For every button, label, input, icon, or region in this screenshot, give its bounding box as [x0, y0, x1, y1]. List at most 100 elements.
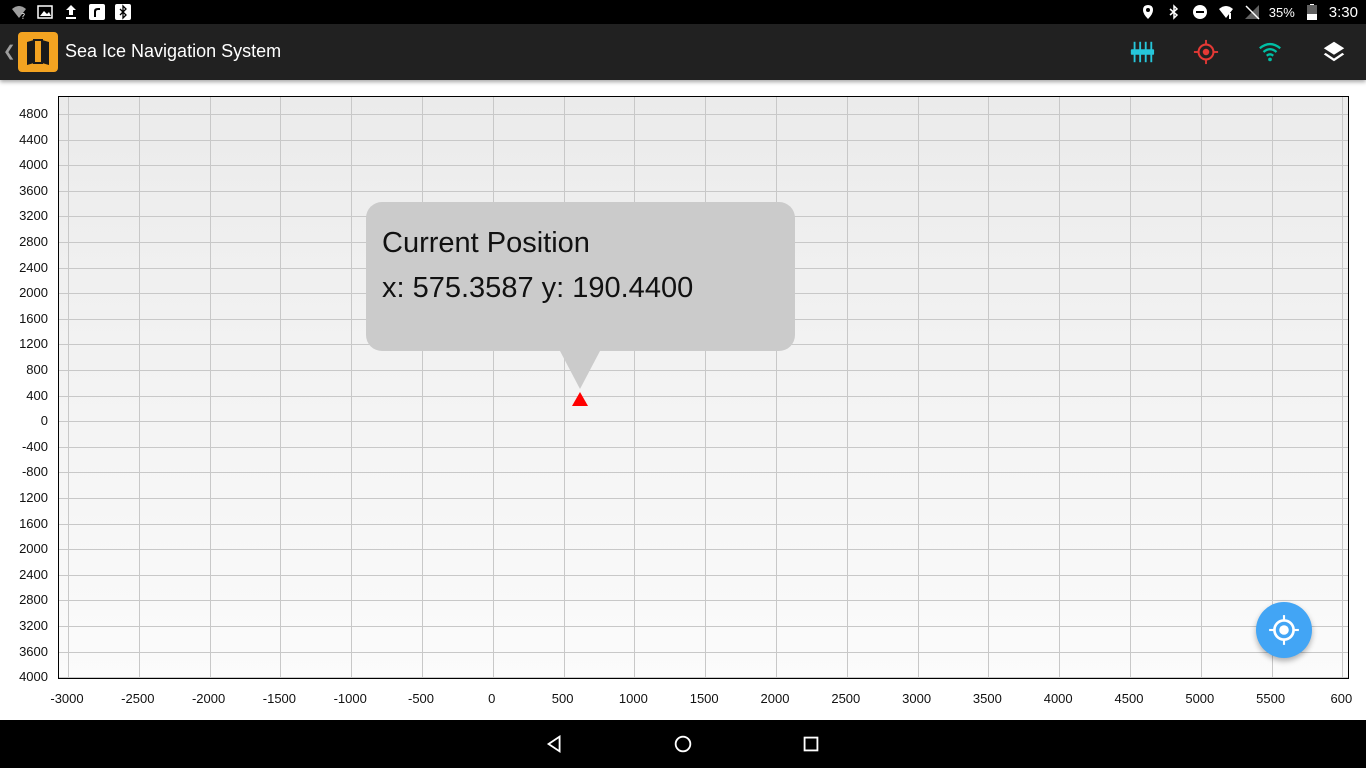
y-tick-label: 400: [26, 387, 48, 403]
home-circle-icon: [674, 735, 692, 753]
y-tick-label: 3200: [19, 618, 48, 633]
wifi-icon: [1259, 42, 1281, 62]
y-tick-label: 3600: [19, 643, 48, 659]
grid-line-vertical: [68, 97, 69, 678]
grid-line-horizontal: [59, 549, 1348, 551]
sliders-icon: [1130, 41, 1155, 63]
x-tick-label: -1000: [333, 691, 367, 706]
sensors-button[interactable]: [1128, 38, 1156, 66]
nav-home-button[interactable]: [671, 732, 695, 756]
y-tick-label: 1600: [19, 515, 48, 531]
y-tick-label: 3600: [19, 182, 48, 198]
back-triangle-icon: [546, 734, 561, 754]
y-tick-label: 1200: [19, 490, 48, 505]
grid-line-horizontal: [59, 190, 1348, 192]
y-tick-label: 0: [40, 413, 48, 429]
x-tick-label: -1500: [262, 691, 297, 706]
grid-line-horizontal: [59, 114, 1348, 115]
nav-back-button[interactable]: [543, 732, 567, 756]
grid-line-vertical: [634, 97, 636, 678]
callout-title: Current Position: [382, 227, 590, 259]
grid-line-horizontal: [59, 626, 1348, 627]
app-logo: [18, 32, 58, 72]
upload-icon: [62, 3, 80, 21]
battery-icon: [1303, 3, 1321, 21]
grid-line-horizontal: [59, 651, 1348, 653]
grid-line-vertical: [422, 97, 423, 678]
do-not-disturb-icon: [1191, 3, 1209, 21]
callout-pointer: [560, 351, 600, 389]
grid-line-horizontal: [59, 165, 1348, 167]
y-tick-label: 2000: [19, 541, 48, 557]
clock: 3:30: [1328, 3, 1358, 21]
x-tick-label: -2000: [191, 691, 226, 706]
grid-line-vertical: [492, 97, 494, 678]
grid-line-vertical: [1200, 97, 1202, 678]
x-tick-label: 2000: [760, 691, 790, 706]
grid-line-horizontal: [59, 677, 1348, 678]
x-tick-label: 3500: [972, 691, 1002, 706]
my-location-icon: [1269, 615, 1299, 645]
my-location-button[interactable]: [1256, 602, 1312, 658]
grid-line-vertical: [988, 97, 990, 678]
y-tick-label: 2800: [19, 234, 48, 249]
y-tick-label: 2800: [19, 592, 48, 608]
grid-line-horizontal: [59, 446, 1348, 448]
chevron-left-icon[interactable]: ❮: [3, 42, 16, 60]
grid-line-vertical: [1130, 97, 1131, 678]
battery-percent: 35%: [1268, 4, 1295, 20]
layers-button[interactable]: [1320, 38, 1348, 66]
x-tick-label: 600: [1330, 691, 1353, 706]
map-book-icon: [27, 39, 49, 65]
recents-square-icon: [803, 736, 819, 752]
y-tick-label: 4000: [19, 669, 48, 685]
sim-off-icon: [1243, 3, 1261, 21]
x-tick-label: 500: [551, 691, 574, 706]
status-bar: ? 35% 3:30: [0, 0, 1366, 24]
x-tick-label: 5500: [1256, 691, 1286, 706]
grid-line-horizontal: [59, 498, 1348, 499]
position-marker-icon[interactable]: [572, 392, 588, 406]
grid-line-vertical: [1342, 97, 1344, 678]
nav-recents-button[interactable]: [799, 732, 823, 756]
grid-line-horizontal: [59, 421, 1348, 423]
x-tick-label: 1500: [689, 691, 719, 706]
grid-line-vertical: [351, 97, 353, 678]
grid-line-vertical: [138, 97, 140, 678]
grid-line-horizontal: [59, 523, 1348, 525]
image-icon: [36, 3, 54, 21]
wifi-off-icon: [1217, 3, 1235, 21]
y-tick-label: 4800: [19, 106, 48, 121]
y-tick-label: 4400: [19, 131, 48, 147]
y-tick-label: 4000: [19, 157, 48, 173]
grid-line-vertical: [705, 97, 707, 678]
grid-line-horizontal: [59, 574, 1348, 576]
grid-line-horizontal: [59, 600, 1348, 602]
grid-line-horizontal: [59, 139, 1348, 141]
system-nav-bar: [0, 720, 1366, 768]
callout-coordinates: x: 575.3587 y: 190.4400: [382, 272, 694, 304]
x-tick-label: 3000: [902, 691, 932, 706]
target-button[interactable]: [1192, 38, 1220, 66]
x-tick-label: 4000: [1043, 691, 1073, 706]
x-tick-label: -2500: [121, 691, 155, 706]
grid-line-horizontal: [59, 472, 1348, 474]
x-tick-label: 4500: [1114, 691, 1144, 706]
x-tick-label: 1000: [618, 691, 648, 706]
grid-line-horizontal: [59, 395, 1348, 397]
app-r-icon: [88, 3, 106, 21]
crosshair-icon: [1193, 39, 1219, 65]
x-tick-label: -500: [407, 691, 435, 706]
y-tick-label: 1200: [19, 336, 48, 352]
wifi-question-icon: ?: [10, 3, 28, 21]
wifi-button[interactable]: [1256, 38, 1284, 66]
grid-line-vertical: [1059, 97, 1061, 678]
y-tick-label: -800: [21, 464, 48, 480]
map-plot-area[interactable]: [58, 96, 1349, 679]
y-tick-label: -400: [21, 438, 48, 454]
svg-text:?: ?: [21, 12, 25, 20]
grid-line-horizontal: [59, 370, 1348, 371]
x-tick-label: 0: [488, 691, 496, 706]
y-tick-label: 2000: [19, 285, 48, 301]
status-right-icons: 35% 3:30: [1139, 3, 1358, 21]
